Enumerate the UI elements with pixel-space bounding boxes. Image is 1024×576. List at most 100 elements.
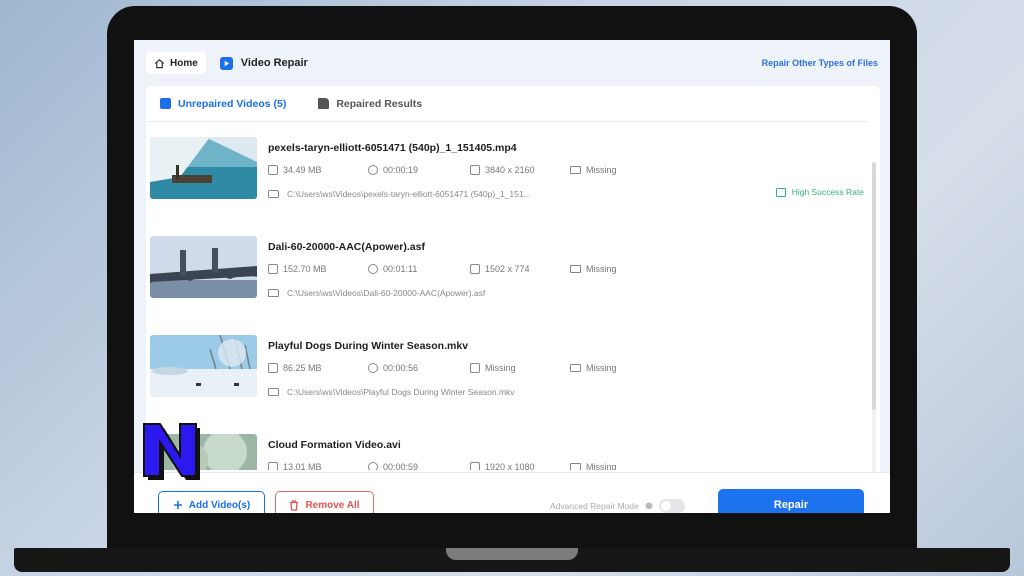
app-window: Home Video Repair Repair Other Types of … [134,40,890,513]
file-icon [268,165,278,175]
header: Home Video Repair Repair Other Types of … [134,40,890,86]
resolution-value: Missing [485,363,516,373]
file-path: C:\Users\ws\Videos\Dali-60-20000-AAC(Apo… [268,288,485,298]
scrollbar-thumb[interactable] [872,162,876,410]
file-icon [268,462,278,470]
tab-repaired-results[interactable]: Repaired Results [318,98,422,110]
document-icon [318,98,330,109]
remove-all-label: Remove All [305,499,360,511]
camera-icon [570,166,581,174]
file-path-value: C:\Users\ws\Videos\pexels-taryn-elliott-… [287,189,531,199]
file-size: 13.01 MB [268,462,322,470]
video-repair-logo-icon [219,56,233,70]
file-icon [268,264,278,274]
advanced-repair-toggle[interactable] [658,499,685,513]
file-size: 34.49 MB [268,165,322,175]
resolution-icon [470,165,480,175]
info-icon [645,502,653,510]
advanced-repair-mode: Advanced Repair Mode [550,499,685,513]
clock-icon [368,264,378,274]
footer-bar: Add Video(s) Remove All Advanced Repair … [134,472,890,513]
video-thumbnail [150,335,257,397]
advanced-repair-label: Advanced Repair Mode [550,501,639,511]
audio-value: Missing [586,363,617,373]
video-thumbnail [150,137,257,199]
clock-icon [368,363,378,373]
trash-icon [290,499,299,511]
resolution-value: 1920 x 1080 [485,462,535,470]
audio-status: Missing [570,264,617,274]
duration-value: 00:00:59 [383,462,419,470]
camera-icon [570,364,581,372]
plus-icon [173,501,182,509]
badge-label: High Success Rate [791,187,864,197]
laptop-notch [446,548,578,560]
audio-status: Missing [570,363,617,373]
video-play-icon [160,98,171,109]
repair-other-types-link[interactable]: Repair Other Types of Files [762,58,878,68]
video-thumbnail [150,236,257,298]
resolution-value: 3840 x 2160 [485,165,535,175]
resolution-icon [470,363,480,373]
add-videos-button[interactable]: Add Video(s) [158,491,265,513]
video-filename: Cloud Formation Video.avi [268,439,401,451]
tab-label: Unrepaired Videos (5) [178,97,287,110]
file-size-value: 13.01 MB [283,462,322,470]
resolution: Missing [470,363,516,373]
resolution: 3840 x 2160 [470,165,535,175]
remove-all-button[interactable]: Remove All [275,491,374,513]
home-icon [154,58,165,68]
resolution-value: 1502 x 774 [485,264,530,274]
duration: 00:01:11 [368,264,417,274]
success-icon [775,187,786,197]
list-item[interactable]: pexels-taryn-elliott-6051471 (540p)_1_15… [150,137,868,227]
file-icon [268,363,278,373]
file-size-value: 152.70 MB [283,264,327,274]
tab-label: Repaired Results [336,97,423,110]
clock-icon [368,462,378,470]
file-size-value: 86.25 MB [283,363,322,373]
duration: 00:00:59 [368,462,418,470]
folder-icon [268,388,279,396]
duration-value: 00:00:19 [383,165,419,175]
tab-bar: Unrepaired Videos (5) Repaired Results [146,86,868,122]
app-title-group: Video Repair [219,56,308,70]
app-title: Video Repair [240,57,308,69]
camera-icon [570,265,581,273]
list-item[interactable]: Playful Dogs During Winter Season.mkv 86… [150,335,868,425]
file-path: C:\Users\ws\Videos\Playful Dogs During W… [268,387,515,397]
list-item[interactable]: Cloud Formation Video.avi 13.01 MB 00:00… [150,434,868,470]
folder-icon [268,289,279,297]
video-list-panel: Unrepaired Videos (5) Repaired Results p… [146,86,880,506]
resolution: 1920 x 1080 [470,462,535,470]
file-path-value: C:\Users\ws\Videos\Playful Dogs During W… [287,387,515,397]
home-button[interactable]: Home [146,52,206,74]
duration-value: 00:01:11 [383,264,418,274]
video-filename: pexels-taryn-elliott-6051471 (540p)_1_15… [268,142,517,154]
home-label: Home [170,57,198,69]
clock-icon [368,165,378,175]
audio-status: Missing [570,462,617,470]
video-filename: Dali-60-20000-AAC(Apower).asf [268,241,425,253]
video-filename: Playful Dogs During Winter Season.mkv [268,340,469,352]
repair-label: Repair [773,499,809,511]
list-item[interactable]: Dali-60-20000-AAC(Apower).asf 152.70 MB … [150,236,868,326]
file-size: 86.25 MB [268,363,322,373]
file-path-value: C:\Users\ws\Videos\Dali-60-20000-AAC(Apo… [287,288,486,298]
camera-icon [570,463,581,470]
file-size-value: 34.49 MB [283,165,322,175]
repair-button[interactable]: Repair [718,489,864,513]
add-videos-label: Add Video(s) [188,499,251,511]
tab-unrepaired-videos[interactable]: Unrepaired Videos (5) [160,98,286,110]
file-size: 152.70 MB [268,264,327,274]
n-logo-icon [143,423,200,480]
resolution: 1502 x 774 [470,264,530,274]
high-success-rate-badge: High Success Rate [775,187,864,197]
resolution-icon [470,462,480,470]
audio-value: Missing [586,462,617,470]
duration: 00:00:56 [368,363,418,373]
file-path: C:\Users\ws\Videos\pexels-taryn-elliott-… [268,189,531,199]
audio-value: Missing [586,264,617,274]
duration: 00:00:19 [368,165,418,175]
duration-value: 00:00:56 [383,363,419,373]
